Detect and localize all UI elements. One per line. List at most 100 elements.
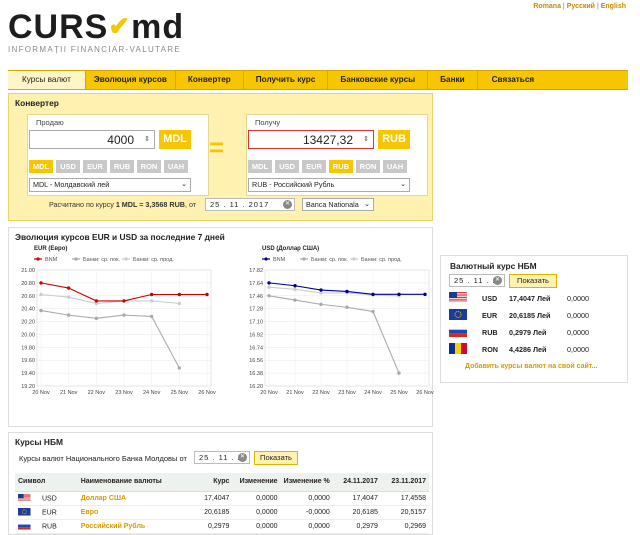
lang-english[interactable]: English xyxy=(601,3,626,10)
row-date2: 0,2969 xyxy=(380,519,429,534)
sell-cur-rub[interactable]: RUB xyxy=(110,160,134,173)
lang-romana[interactable]: Romana xyxy=(533,3,561,10)
nbm-rates-show-button[interactable]: Показать xyxy=(254,451,298,465)
flag-ru-icon xyxy=(449,326,467,338)
sell-cur-eur[interactable]: EUR xyxy=(83,160,107,173)
table-row: RUB Российский Рубль 0,2979 0,0000 0,0000 0,2… xyxy=(15,519,429,534)
nbm-rates-table: Символ Наименование валюты Курс Изменени… xyxy=(15,473,429,534)
nbm-side-show-button[interactable]: Показать xyxy=(509,274,557,288)
logo-arrow-icon: ✔ xyxy=(108,11,132,41)
buy-currency-select[interactable]: RUB - Российский Рубль ⌄ xyxy=(248,178,410,192)
nbm-side-date-input[interactable]: 25 . 11 . 2 ✕ xyxy=(449,274,505,287)
nav-converter[interactable]: Конвертер xyxy=(176,71,244,89)
data-point xyxy=(267,285,271,289)
legend-label: BNM xyxy=(45,257,58,263)
y-tick-label: 20.40 xyxy=(21,307,35,313)
sell-amount-input[interactable]: 4000 ⇕ xyxy=(29,130,155,149)
sell-amount-value: 4000 xyxy=(107,133,134,147)
buy-cur-eur[interactable]: EUR xyxy=(302,160,326,173)
data-point xyxy=(267,281,271,285)
x-tick-label: 26 Nov xyxy=(416,390,434,396)
y-tick-label: 16.74 xyxy=(249,345,263,351)
col-date2[interactable]: 23.11.2017 xyxy=(380,473,429,492)
rate-date-value: 25 . 11 . 2017 xyxy=(210,200,270,209)
col-change[interactable]: Изменение xyxy=(232,473,281,492)
data-point xyxy=(267,294,271,298)
row-code: USD xyxy=(42,494,57,502)
nbm-side-change: 0,0000 xyxy=(567,311,589,320)
clear-icon[interactable]: ✕ xyxy=(493,276,502,285)
sell-currency-badge: MDL xyxy=(159,130,191,149)
converter-title: Конвертер xyxy=(15,98,59,108)
sell-cur-mdl[interactable]: MDL xyxy=(29,160,53,173)
sell-cur-ron[interactable]: RON xyxy=(137,160,161,173)
nbm-rates-title: Курсы НБМ xyxy=(15,437,63,447)
data-point xyxy=(205,292,209,297)
nav-rate-evolution[interactable]: Эволюция курсов xyxy=(86,71,176,89)
nav-banks[interactable]: Банки xyxy=(428,71,478,89)
data-point xyxy=(319,302,323,307)
col-symbol[interactable]: Символ xyxy=(15,473,78,492)
logo-tagline: INFORMAȚII FINANCIAR-VALUTARE xyxy=(8,45,181,54)
sell-currency-select[interactable]: MDL - Молдавский лей ⌄ xyxy=(29,178,191,192)
col-rate[interactable]: Курс xyxy=(192,473,233,492)
sell-stepper-icon[interactable]: ⇕ xyxy=(144,131,150,149)
col-name[interactable]: Наименование валюты xyxy=(77,473,193,492)
nbm-side-date-value: 25 . 11 . 2 xyxy=(454,276,498,285)
sell-cur-usd[interactable]: USD xyxy=(56,160,80,173)
legend-label: Банки: ср. прод. xyxy=(361,257,402,263)
logo-suffix: md xyxy=(131,8,185,46)
row-currency-name[interactable]: Российский Рубль xyxy=(77,519,193,534)
buy-cur-rub[interactable]: RUB xyxy=(329,160,353,173)
bank-select[interactable]: Banca Nationala ⌄ xyxy=(302,198,374,211)
add-rates-link[interactable]: Добавить курсы валют на свой сайт... xyxy=(465,363,598,370)
data-point xyxy=(94,299,99,303)
row-code: EUR xyxy=(42,508,57,516)
data-point xyxy=(397,292,401,297)
buy-amount-input[interactable]: 13427,32 ⇕ xyxy=(248,130,374,149)
data-point xyxy=(149,299,154,303)
row-currency-name[interactable]: Евро xyxy=(77,505,193,520)
row-rate: 20,6185 xyxy=(192,505,233,520)
buy-cur-uah[interactable]: UAH xyxy=(383,160,407,173)
rate-date-input[interactable]: 25 . 11 . 2017 ✕ xyxy=(205,198,295,211)
nbm-side-code: RON xyxy=(482,345,498,354)
nav-exchange-rates[interactable]: Курсы валют xyxy=(8,71,86,89)
row-date1: 17,4047 xyxy=(332,491,381,506)
col-date1[interactable]: 24.11.2017 xyxy=(332,473,381,492)
x-tick-label: 26 Nov xyxy=(198,390,216,396)
legend-marker xyxy=(352,257,356,261)
row-currency-name[interactable]: Доллар США xyxy=(77,491,193,506)
y-tick-label: 21.00 xyxy=(21,268,35,274)
nav-contact[interactable]: Связаться xyxy=(478,71,549,89)
nav-get-rate[interactable]: Получить курс xyxy=(244,71,329,89)
data-point xyxy=(122,299,126,303)
nbm-side-row: RON 4,4286 Лей 0,0000 xyxy=(449,343,624,357)
row-date2: 17,4558 xyxy=(380,491,429,506)
col-change-pct[interactable]: Изменение % xyxy=(280,473,333,492)
chart-title: EUR (Евро) xyxy=(34,246,67,252)
clear-icon[interactable]: ✕ xyxy=(238,453,247,462)
data-point xyxy=(345,305,349,309)
buy-cur-ron[interactable]: RON xyxy=(356,160,380,173)
buy-cur-usd[interactable]: USD xyxy=(275,160,299,173)
buy-stepper-icon[interactable]: ⇕ xyxy=(363,131,369,149)
flag-eu-icon xyxy=(18,507,31,516)
nbm-rates-date-input[interactable]: 25 . 11 . 2 ✕ xyxy=(194,451,250,464)
data-point xyxy=(345,289,349,294)
lang-russian[interactable]: Русский xyxy=(567,3,595,10)
nav-bank-rates[interactable]: Банковские курсы xyxy=(328,71,429,89)
sell-cur-uah[interactable]: UAH xyxy=(164,160,188,173)
site-logo[interactable]: CURS✔md INFORMAȚII FINANCIAR-VALUTARE xyxy=(8,10,188,60)
table-header-row: Символ Наименование валюты Курс Изменени… xyxy=(15,473,429,492)
y-tick-label: 20.20 xyxy=(21,320,35,326)
main-nav: Курсы валют Эволюция курсов Конвертер По… xyxy=(8,70,628,90)
data-point xyxy=(371,292,375,297)
nbm-side-value: 20,6185 Лей xyxy=(509,311,551,320)
clear-icon[interactable]: ✕ xyxy=(283,200,292,209)
row-change-pct: 0,0000 xyxy=(280,519,333,534)
row-change: 0,0000 xyxy=(232,491,281,506)
nbm-side-value: 17,4047 Лей xyxy=(509,294,551,303)
equals-icon: = xyxy=(209,132,225,162)
buy-cur-mdl[interactable]: MDL xyxy=(248,160,272,173)
